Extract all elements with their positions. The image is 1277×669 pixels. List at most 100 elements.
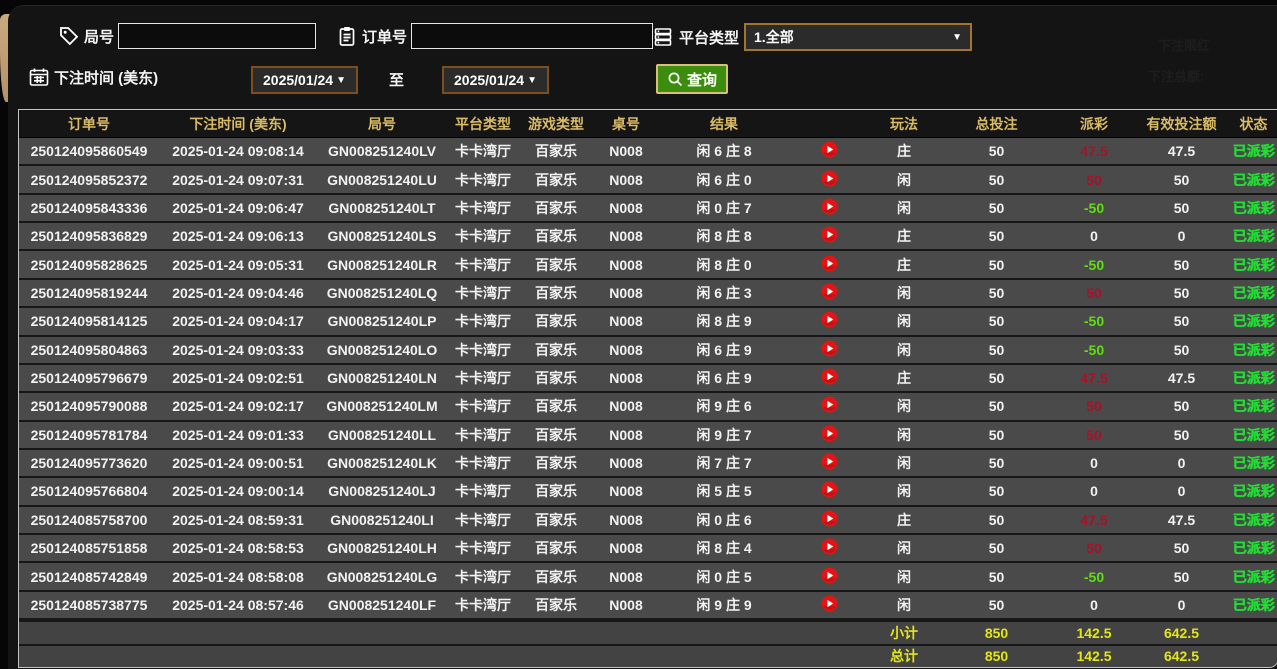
bet-type-cell: 闲 (869, 283, 939, 303)
game-type-cell: 百家乐 (519, 311, 593, 331)
payout-cell: 0 (1054, 483, 1134, 499)
play-video-button[interactable] (821, 567, 838, 584)
video-cell (789, 311, 869, 331)
status-badge: 已派彩 (1229, 141, 1277, 161)
grand-total-payout: 142.5 (1054, 648, 1134, 664)
total-bet-cell: 50 (939, 427, 1054, 443)
platform-cell: 卡卡湾厅 (447, 340, 519, 360)
table-row: 250124095814125 2025-01-24 09:04:17 GN00… (19, 308, 1277, 336)
order-no-cell: 250124095860549 (19, 143, 159, 159)
chevron-down-icon: ▼ (527, 75, 537, 86)
video-cell (789, 538, 869, 558)
round-no-cell: GN008251240LQ (317, 285, 447, 301)
payout-cell: -50 (1054, 342, 1134, 358)
play-video-button[interactable] (821, 453, 838, 470)
play-video-button[interactable] (821, 141, 838, 158)
table-row: 250124095781784 2025-01-24 09:01:33 GN00… (19, 422, 1277, 450)
status-badge: 已派彩 (1229, 170, 1277, 190)
grand-total-valid-bet: 642.5 (1134, 648, 1229, 664)
payout-cell: 50 (1054, 285, 1134, 301)
table-row: 250124085738775 2025-01-24 08:57:46 GN00… (19, 592, 1277, 620)
table-no-cell: N008 (593, 313, 659, 329)
play-video-button[interactable] (821, 368, 838, 385)
order-no-cell: 250124095852372 (19, 172, 159, 188)
bet-time-cell: 2025-01-24 09:06:47 (159, 200, 317, 216)
play-video-button[interactable] (821, 481, 838, 498)
payout-cell: 47.5 (1054, 143, 1134, 159)
table-no-cell: N008 (593, 398, 659, 414)
platform-cell: 卡卡湾厅 (447, 425, 519, 445)
date-to-select[interactable]: 2025/01/24 ▼ (442, 66, 549, 94)
total-bet-cell: 50 (939, 540, 1054, 556)
platform-cell: 卡卡湾厅 (447, 198, 519, 218)
result-cell: 闲 9 庄 7 (659, 425, 789, 445)
table-no-cell: N008 (593, 172, 659, 188)
bet-type-cell: 闲 (869, 425, 939, 445)
total-bet-cell: 50 (939, 455, 1054, 471)
round-no-input[interactable] (118, 23, 316, 49)
table-body: 250124095860549 2025-01-24 09:08:14 GN00… (19, 138, 1277, 620)
play-video-button[interactable] (821, 340, 838, 357)
play-video-button[interactable] (821, 425, 838, 442)
bet-type-cell: 庄 (869, 368, 939, 388)
play-video-button[interactable] (821, 226, 838, 243)
platform-type-select[interactable]: 1.全部 ▼ (744, 23, 972, 51)
play-video-button[interactable] (821, 538, 838, 555)
play-video-button[interactable] (821, 170, 838, 187)
status-badge: 已派彩 (1229, 481, 1277, 501)
video-cell (789, 226, 869, 246)
order-no-cell: 250124095790088 (19, 398, 159, 414)
play-video-button[interactable] (821, 255, 838, 272)
bet-type-cell: 闲 (869, 538, 939, 558)
play-video-button[interactable] (821, 510, 838, 527)
order-no-input[interactable] (411, 23, 653, 49)
game-type-cell: 百家乐 (519, 226, 593, 246)
bet-time-cell: 2025-01-24 08:59:31 (159, 512, 317, 528)
play-video-button[interactable] (821, 198, 838, 215)
bet-time-cell: 2025-01-24 09:01:33 (159, 427, 317, 443)
game-type-cell: 百家乐 (519, 283, 593, 303)
bet-type-cell: 闲 (869, 170, 939, 190)
play-video-button[interactable] (821, 311, 838, 328)
result-cell: 闲 6 庄 9 (659, 340, 789, 360)
bet-time-cell: 2025-01-24 09:08:14 (159, 143, 317, 159)
to-label: 至 (389, 69, 404, 90)
col-header-table-no: 桌号 (593, 114, 659, 134)
payout-cell: -50 (1054, 200, 1134, 216)
bet-time-label: 下注时间 (美东) (54, 67, 158, 88)
main-panel: 局号 订单号 (8, 5, 1277, 669)
bet-type-cell: 闲 (869, 340, 939, 360)
result-cell: 闲 0 庄 6 (659, 510, 789, 530)
bet-time-cell: 2025-01-24 09:07:31 (159, 172, 317, 188)
status-badge: 已派彩 (1229, 340, 1277, 360)
platform-cell: 卡卡湾厅 (447, 368, 519, 388)
date-from-select[interactable]: 2025/01/24 ▼ (251, 66, 358, 94)
status-badge: 已派彩 (1229, 198, 1277, 218)
result-cell: 闲 0 庄 5 (659, 567, 789, 587)
game-type-cell: 百家乐 (519, 510, 593, 530)
order-no-cell: 250124085742849 (19, 569, 159, 585)
table-row: 250124085751858 2025-01-24 08:58:53 GN00… (19, 535, 1277, 563)
subtotal-label: 小计 (869, 623, 939, 643)
valid-bet-cell: 50 (1134, 172, 1229, 188)
status-badge: 已派彩 (1229, 226, 1277, 246)
bet-type-cell: 闲 (869, 396, 939, 416)
bet-type-cell: 闲 (869, 311, 939, 331)
game-type-cell: 百家乐 (519, 481, 593, 501)
play-video-button[interactable] (821, 283, 838, 300)
round-no-cell: GN008251240LK (317, 455, 447, 471)
tag-icon (58, 25, 80, 47)
play-video-button[interactable] (821, 595, 838, 612)
table-row: 250124095819244 2025-01-24 09:04:46 GN00… (19, 280, 1277, 308)
query-button[interactable]: 查询 (656, 64, 728, 94)
bet-time-cell: 2025-01-24 09:02:17 (159, 398, 317, 414)
game-type-cell: 百家乐 (519, 255, 593, 275)
round-no-label: 局号 (84, 26, 114, 47)
play-video-button[interactable] (821, 396, 838, 413)
platform-cell: 卡卡湾厅 (447, 283, 519, 303)
total-bet-cell: 50 (939, 172, 1054, 188)
order-no-cell: 250124095843336 (19, 200, 159, 216)
total-bet-cell: 50 (939, 483, 1054, 499)
video-cell (789, 198, 869, 218)
bet-time-cell: 2025-01-24 09:05:31 (159, 257, 317, 273)
